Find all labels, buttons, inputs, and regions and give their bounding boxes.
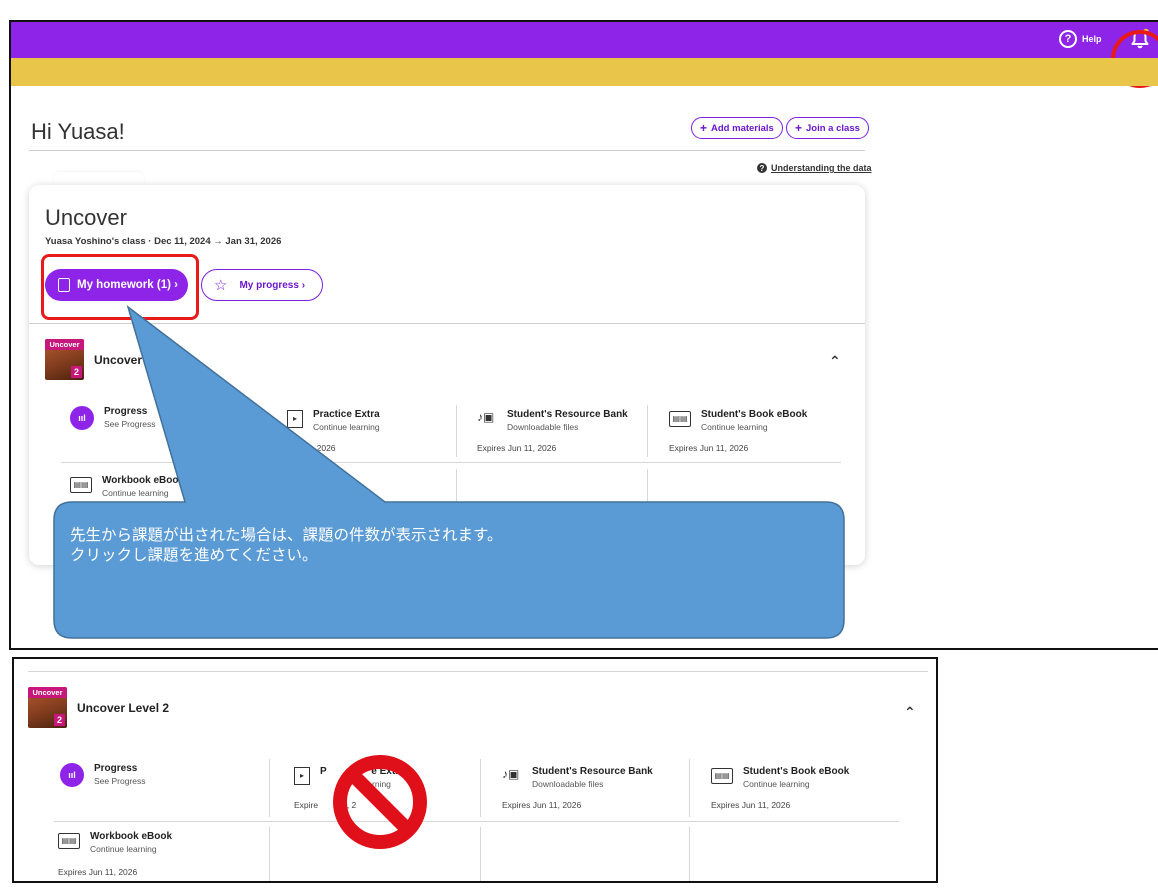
tile-title-fragment: P [320, 766, 327, 777]
divider [689, 827, 690, 881]
book-icon: ▤▤ [711, 768, 733, 784]
tile-expiry: Expires Jun 11, 2026 [711, 800, 791, 810]
course-level-header[interactable]: Uncover 2 Uncover Level 2 [28, 687, 169, 728]
divider [480, 759, 481, 817]
progress-icon: ııl [60, 763, 84, 787]
divider [269, 759, 270, 817]
prohibited-icon [333, 755, 427, 849]
progress-tile[interactable]: ııl Progress See Progress [60, 763, 146, 787]
tile-subtitle: See Progress [94, 776, 146, 786]
chevron-up-icon[interactable]: ⌃ [904, 704, 916, 721]
divider [54, 821, 899, 822]
resource-icon: ♪▣ [502, 767, 520, 781]
callout-line-1: 先生から課題が出された場合は、課題の件数が表示されます。 [70, 526, 503, 544]
divider [28, 671, 928, 672]
tile-title: Student's Book eBook [743, 766, 850, 777]
cover-level-badge: 2 [54, 714, 65, 726]
students-book-tile[interactable]: ▤▤ Student's Book eBook Continue learnin… [711, 766, 849, 789]
callout-text: 先生から課題が出された場合は、課題の件数が表示されます。 クリックし課題を進めて… [70, 525, 502, 565]
course-tiles-screenshot: Uncover 2 Uncover Level 2 ⌃ ııl Progress… [12, 657, 938, 883]
tile-expiry: Expires Jun 11, 2026 [502, 800, 582, 810]
video-icon: ▸ [294, 767, 310, 785]
course-cover-image: Uncover 2 [28, 687, 67, 728]
callout-line-2: クリックし課題を進めてください。 [70, 546, 318, 564]
resource-bank-tile[interactable]: ♪▣ Student's Resource Bank Downloadable … [502, 766, 653, 789]
tile-subtitle: Downloadable files [532, 779, 604, 789]
book-icon: ▤▤ [58, 833, 80, 849]
cover-brand: Uncover [28, 687, 67, 698]
workbook-tile[interactable]: ▤▤ Workbook eBook Continue learning [58, 831, 172, 854]
tile-subtitle: Continue learning [743, 779, 810, 789]
divider [269, 827, 270, 881]
tile-expiry-fragment: Expire [294, 800, 319, 810]
divider [689, 759, 690, 817]
divider [480, 827, 481, 881]
tile-title: Student's Resource Bank [532, 766, 653, 777]
course-level-name: Uncover Level 2 [77, 700, 170, 715]
tile-expiry: Expires Jun 11, 2026 [58, 867, 138, 877]
tile-title: Workbook eBook [90, 831, 173, 842]
tile-subtitle: Continue learning [90, 844, 157, 854]
tile-title: Progress [94, 763, 138, 774]
